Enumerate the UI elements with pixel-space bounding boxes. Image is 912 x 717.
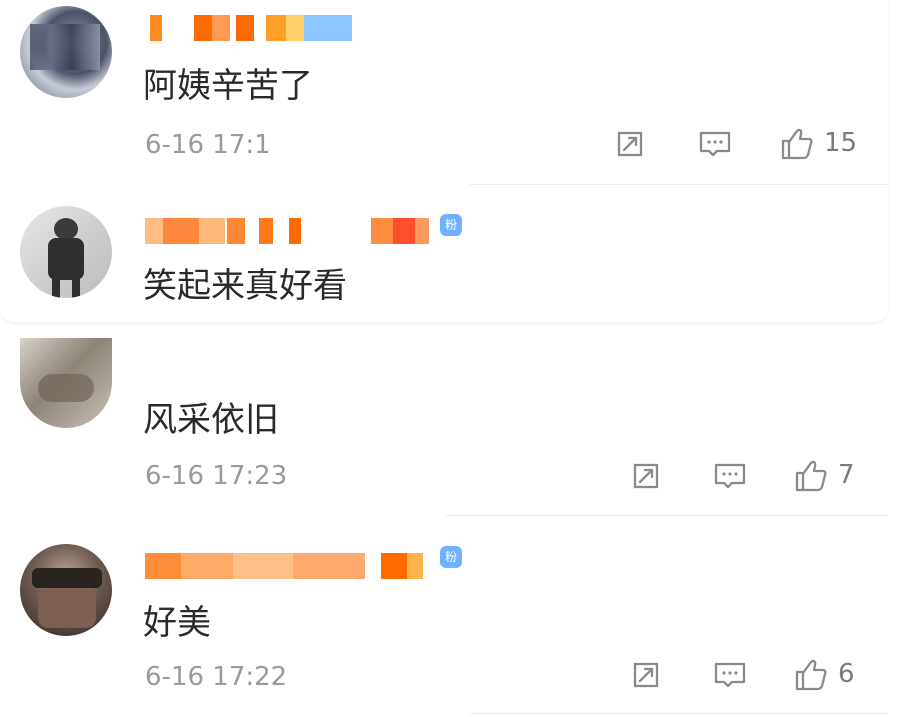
share-button[interactable] [610,124,650,164]
thumbs-up-icon [781,128,813,160]
comment-time: 6-16 17:1 [145,130,271,160]
like-count: 6 [838,659,855,689]
avatar[interactable] [20,544,112,636]
comment-icon [714,463,746,489]
share-icon [633,463,659,489]
comment-actions: 7 [626,456,876,496]
page: 阿姨辛苦了 6-16 17:1 15 粉 笑起来真好看 风采依旧 6-16 17… [0,0,912,717]
comment-actions: 6 [626,655,876,695]
share-button[interactable] [626,655,666,695]
fan-badge: 粉 [440,214,462,236]
comment-time: 6-16 17:22 [145,662,288,692]
username-redacted[interactable] [145,553,455,579]
like-count: 15 [824,128,858,158]
divider [470,713,888,714]
divider [470,184,888,185]
comments-panel-top: 阿姨辛苦了 6-16 17:1 15 粉 笑起来真好看 [0,0,888,322]
share-icon [617,131,643,157]
share-icon [633,662,659,688]
divider [446,515,888,516]
comment-text: 阿姨辛苦了 [143,66,313,106]
like-button[interactable] [788,655,832,695]
comment-text: 笑起来真好看 [143,266,347,306]
like-button[interactable] [788,456,832,496]
comment-button[interactable] [695,124,735,164]
username-redacted[interactable] [150,15,360,41]
avatar[interactable] [20,338,112,428]
avatar[interactable] [20,6,112,98]
like-count: 7 [838,460,855,490]
comment-time: 6-16 17:23 [145,461,288,491]
comment-text: 风采依旧 [143,400,279,440]
share-button[interactable] [626,456,666,496]
fan-badge: 粉 [440,546,462,568]
like-button[interactable] [774,124,818,164]
comment-button[interactable] [710,456,750,496]
comment-text: 好美 [143,603,211,643]
username-redacted[interactable] [145,218,475,244]
comment-icon [699,131,731,157]
thumbs-up-icon [795,460,827,492]
comment-button[interactable] [710,655,750,695]
comment-icon [714,662,746,688]
comment-actions: 15 [610,124,870,164]
avatar[interactable] [20,206,112,298]
thumbs-up-icon [795,659,827,691]
